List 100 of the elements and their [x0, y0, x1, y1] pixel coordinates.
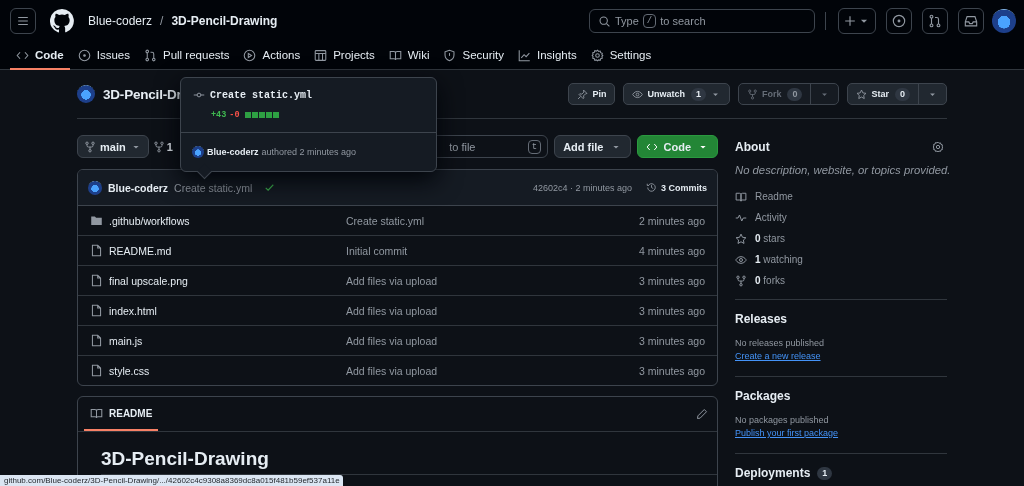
star-icon	[735, 232, 747, 245]
wiki-icon	[388, 48, 402, 62]
branches-link[interactable]: 1	[152, 140, 173, 153]
commit-hash-time[interactable]: 42602c4 · 2 minutes ago	[532, 182, 632, 193]
file-icon	[90, 364, 103, 377]
file-commit-message[interactable]: Add files via upload	[346, 274, 438, 287]
about-link[interactable]: Activity	[735, 207, 947, 228]
popover-commit-message: Create static.yml	[210, 89, 313, 101]
file-time: 4 minutes ago	[639, 244, 705, 257]
file-icon	[90, 304, 103, 317]
file-commit-message[interactable]: Add files via upload	[346, 304, 438, 317]
about-link[interactable]: 0 forks	[735, 270, 947, 291]
repo-tab[interactable]: Pull requests	[138, 42, 236, 70]
file-row[interactable]: style.css Add files via upload 3 minutes ago	[78, 355, 717, 385]
watch-button[interactable]: Unwatch 1	[623, 83, 730, 105]
repo-title: 3D-Pencil-Dr	[103, 86, 182, 102]
file-row[interactable]: main.js Add files via upload 3 minutes ago	[78, 325, 717, 355]
code-button[interactable]: Code	[636, 135, 718, 158]
issues-icon	[77, 48, 91, 62]
settings-icon	[932, 140, 944, 153]
file-commit-message[interactable]: Initial commit	[346, 244, 408, 257]
pull-request-icon	[928, 14, 942, 28]
security-icon	[443, 48, 457, 62]
file-commit-message[interactable]: Create static.yml	[346, 214, 425, 227]
book-icon	[735, 190, 747, 203]
file-commit-message[interactable]: Add files via upload	[346, 334, 438, 347]
menu-button[interactable]	[10, 8, 36, 34]
repo-link[interactable]: 3D-Pencil-Drawing	[171, 14, 278, 28]
file-icon	[90, 334, 103, 347]
user-avatar[interactable]	[992, 9, 1016, 33]
about-heading: About	[735, 139, 770, 154]
pencil-icon	[696, 408, 708, 420]
repo-tab[interactable]: Code	[10, 42, 70, 70]
repo-tab[interactable]: Security	[437, 42, 510, 70]
create-new-button[interactable]	[838, 8, 876, 34]
projects-icon	[314, 48, 328, 62]
file-time: 3 minutes ago	[639, 304, 705, 317]
insights-icon	[518, 48, 531, 62]
eye-icon	[735, 253, 747, 266]
pin-button[interactable]: Pin	[568, 83, 616, 105]
book-icon	[90, 406, 103, 420]
file-row[interactable]: .github/workflows Create static.yml 2 minutes ago	[78, 206, 717, 235]
section-link[interactable]: Create a new release	[735, 351, 821, 361]
octocat-logo-icon[interactable]	[50, 9, 74, 33]
watch-icon	[632, 88, 644, 100]
section-heading: Deployments	[735, 466, 811, 480]
file-commit-message[interactable]: Add files via upload	[346, 364, 438, 377]
about-link[interactable]: 1 watching	[735, 249, 947, 270]
about-link[interactable]: Readme	[735, 186, 947, 207]
owner-link[interactable]: Blue-coderz	[88, 14, 153, 28]
commit-message-link[interactable]: Create static.yml	[174, 181, 253, 194]
pull-requests-button[interactable]	[922, 8, 948, 34]
file-name[interactable]: .github/workflows	[109, 214, 346, 227]
file-name[interactable]: index.html	[109, 304, 346, 317]
add-file-button[interactable]: Add file	[554, 135, 631, 158]
section-link[interactable]: Publish your first package	[735, 428, 839, 438]
repo-tab[interactable]: Insights	[512, 42, 583, 70]
star-button[interactable]: Star 0	[847, 83, 947, 105]
author-avatar	[192, 146, 204, 158]
repo-tab[interactable]: Issues	[71, 42, 136, 70]
branch-button[interactable]: main	[77, 135, 149, 158]
file-row[interactable]: index.html Add files via upload 3 minutes ago	[78, 295, 717, 325]
owner-avatar	[77, 85, 95, 103]
issue-icon	[892, 14, 906, 28]
plus-icon	[843, 14, 857, 28]
pulls-icon	[144, 48, 157, 62]
commit-author-link[interactable]: Blue-coderz	[108, 181, 169, 194]
repo-tab[interactable]: Actions	[237, 42, 307, 70]
file-name[interactable]: main.js	[109, 334, 346, 347]
file-row[interactable]: README.md Initial commit 4 minutes ago	[78, 235, 717, 265]
about-link[interactable]: 0 stars	[735, 228, 947, 249]
breadcrumb-separator: /	[160, 14, 164, 28]
popover-author[interactable]: Blue-coderz	[207, 147, 259, 157]
history-icon	[646, 182, 657, 193]
file-name[interactable]: style.css	[109, 364, 346, 377]
file-name[interactable]: final upscale.png	[109, 274, 346, 287]
authored-time: authored 2 minutes ago	[261, 147, 357, 157]
settings-icon	[590, 48, 604, 62]
commits-link[interactable]: 3 Commits	[646, 182, 707, 193]
section-note: No packages published	[735, 415, 830, 425]
branch-icon	[84, 140, 96, 153]
repo-description: No description, website, or topics provided.	[735, 164, 947, 176]
file-time: 3 minutes ago	[639, 364, 705, 377]
issues-button[interactable]	[886, 8, 912, 34]
menu-icon	[16, 14, 30, 28]
repo-tab[interactable]: Wiki	[382, 42, 436, 70]
section-heading: Packages	[735, 389, 791, 403]
repo-tab[interactable]: Projects	[308, 42, 381, 70]
repo-tab[interactable]: Settings	[584, 42, 658, 70]
inbox-button[interactable]	[958, 8, 984, 34]
file-time: 2 minutes ago	[639, 214, 705, 227]
readme-tab[interactable]: README	[84, 397, 159, 431]
file-name[interactable]: README.md	[109, 244, 346, 257]
file-row[interactable]: final upscale.png Add files via upload 3 minutes ago	[78, 265, 717, 295]
additions-count: +43	[211, 110, 227, 120]
pin-icon	[577, 88, 589, 100]
section-heading: Releases	[735, 312, 788, 326]
section-note: No releases published	[735, 338, 826, 348]
actions-icon	[243, 48, 257, 62]
search-field[interactable]: Type / to search	[589, 9, 815, 33]
